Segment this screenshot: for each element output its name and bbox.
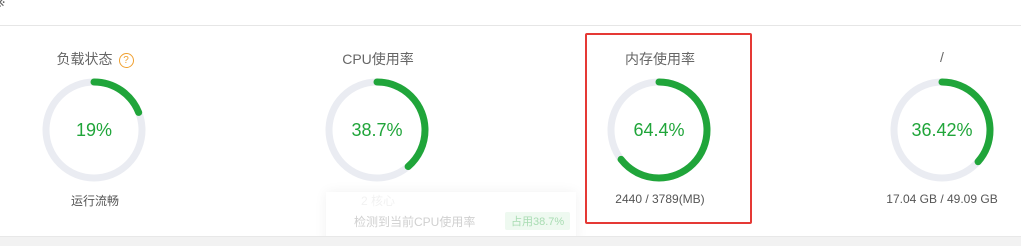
- top-bar: ※: [0, 0, 1021, 26]
- disk-amount: 17.04 GB / 49.09 GB: [886, 192, 998, 206]
- disk-usage-panel[interactable]: / 36.42% 17.04 GB / 49.09 GB: [822, 30, 1021, 230]
- load-gauge[interactable]: 19%: [39, 75, 149, 185]
- top-bar-glyph: ※: [0, 0, 6, 11]
- load-status-text: 运行流畅: [70, 194, 119, 208]
- disk-gauge[interactable]: 36.42%: [887, 75, 997, 185]
- disk-percent-value: 36.42%: [911, 120, 973, 140]
- load-percent-value: 19%: [75, 120, 113, 140]
- help-icon[interactable]: ?: [118, 53, 134, 68]
- cpu-usage-title: CPU使用率: [342, 51, 414, 67]
- load-status-panel[interactable]: 负载状态? 19% 运行流畅: [0, 30, 240, 230]
- load-status-label: 负载状态: [56, 51, 113, 67]
- memory-amount: 2440 / 3789(MB): [615, 192, 705, 206]
- memory-gauge[interactable]: 64.4%: [604, 75, 714, 185]
- memory-percent-value: 64.4%: [633, 120, 685, 140]
- dashboard-status-row: ※ 负载状态? 19% 运行流畅 CPU使用率 38.7% 2 核心 内存使用率: [0, 0, 1021, 246]
- cpu-gauge[interactable]: 38.7%: [322, 75, 432, 185]
- memory-usage-panel[interactable]: 内存使用率 64.4% 2440 / 3789(MB): [540, 30, 780, 230]
- load-status-title: 负载状态?: [0, 49, 215, 69]
- cpu-percent-value: 38.7%: [351, 120, 403, 140]
- cpu-tooltip-badge: 占用38.7%: [505, 212, 571, 230]
- cpu-tooltip-text: 检测到当前CPU使用率: [354, 215, 476, 229]
- bottom-divider: [0, 236, 1021, 246]
- memory-usage-title: 内存使用率: [625, 51, 695, 67]
- disk-mount-title: /: [940, 49, 944, 65]
